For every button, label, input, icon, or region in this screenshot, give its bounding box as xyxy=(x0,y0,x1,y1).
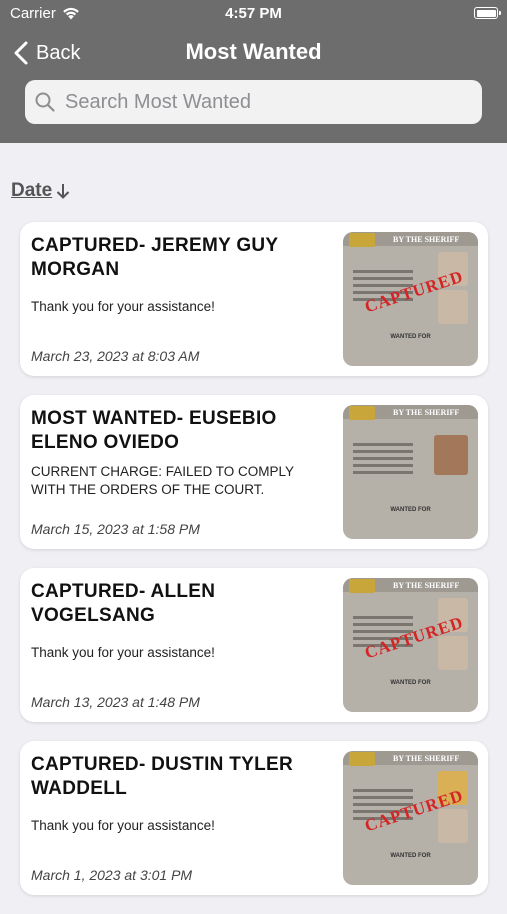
wanted-poster-thumbnail: BY THE SHERIFF CAPTURED WANTED FOR xyxy=(343,578,478,712)
wanted-poster-thumbnail: BY THE SHERIFF CAPTURED WANTED FOR xyxy=(343,751,478,885)
sort-label: Date xyxy=(11,180,53,201)
card-title: CAPTURED- DUSTIN TYLER WADDELL xyxy=(31,754,294,799)
poster-footer: WANTED FOR xyxy=(390,680,431,686)
search-input[interactable] xyxy=(63,89,467,115)
poster-footer: WANTED FOR xyxy=(390,334,431,340)
sheriff-badge-icon xyxy=(349,579,375,593)
wanted-card[interactable]: CAPTURED- DUSTIN TYLER WADDELL Thank you… xyxy=(20,741,488,895)
search-icon xyxy=(35,92,55,112)
status-time: 4:57 PM xyxy=(225,5,282,22)
poster-header: BY THE SHERIFF xyxy=(393,235,460,244)
card-title: CAPTURED- ALLEN VOGELSANG xyxy=(31,581,216,626)
poster-footer: WANTED FOR xyxy=(390,507,431,513)
wanted-card[interactable]: MOST WANTED- EUSEBIO ELENO OVIEDO CURREN… xyxy=(20,395,488,549)
mugshot-photo xyxy=(438,636,468,670)
wanted-list: CAPTURED- JEREMY GUY MORGAN Thank you fo… xyxy=(20,222,488,914)
poster-header: BY THE SHERIFF xyxy=(393,581,460,590)
status-bar: Carrier 4:57 PM xyxy=(0,0,507,28)
battery-icon xyxy=(474,7,501,19)
card-body: CURRENT CHARGE: FAILED TO COMPLY WITH TH… xyxy=(31,464,294,497)
sort-by-date-button[interactable]: Date xyxy=(11,180,70,202)
mugshot-photo xyxy=(438,290,468,324)
card-body: Thank you for your assistance! xyxy=(31,299,215,314)
wanted-card[interactable]: CAPTURED- ALLEN VOGELSANG Thank you for … xyxy=(20,568,488,722)
mugshot-photo xyxy=(438,809,468,843)
card-date: March 1, 2023 at 3:01 PM xyxy=(31,867,193,883)
wanted-poster-thumbnail: BY THE SHERIFF WANTED FOR xyxy=(343,405,478,539)
wanted-poster-thumbnail: BY THE SHERIFF CAPTURED WANTED FOR xyxy=(343,232,478,366)
card-title: MOST WANTED- EUSEBIO ELENO OVIEDO xyxy=(31,408,277,453)
card-body: Thank you for your assistance! xyxy=(31,818,215,833)
page-title: Most Wanted xyxy=(185,39,322,64)
poster-header: BY THE SHERIFF xyxy=(393,754,460,763)
wanted-card[interactable]: CAPTURED- JEREMY GUY MORGAN Thank you fo… xyxy=(20,222,488,376)
search-bar[interactable] xyxy=(25,80,482,124)
card-date: March 13, 2023 at 1:48 PM xyxy=(31,694,200,710)
nav-header: Carrier 4:57 PM Back Most Wanted xyxy=(0,0,507,143)
sheriff-badge-icon xyxy=(349,406,375,420)
card-body: Thank you for your assistance! xyxy=(31,645,215,660)
mugshot-photo xyxy=(434,435,468,475)
sheriff-badge-icon xyxy=(349,752,375,766)
poster-footer: WANTED FOR xyxy=(390,853,431,859)
card-date: March 15, 2023 at 1:58 PM xyxy=(31,521,200,537)
sheriff-badge-icon xyxy=(349,233,375,247)
poster-header: BY THE SHERIFF xyxy=(393,408,460,417)
card-date: March 23, 2023 at 8:03 AM xyxy=(31,348,200,364)
card-title: CAPTURED- JEREMY GUY MORGAN xyxy=(31,235,279,280)
arrow-down-icon xyxy=(56,184,70,199)
